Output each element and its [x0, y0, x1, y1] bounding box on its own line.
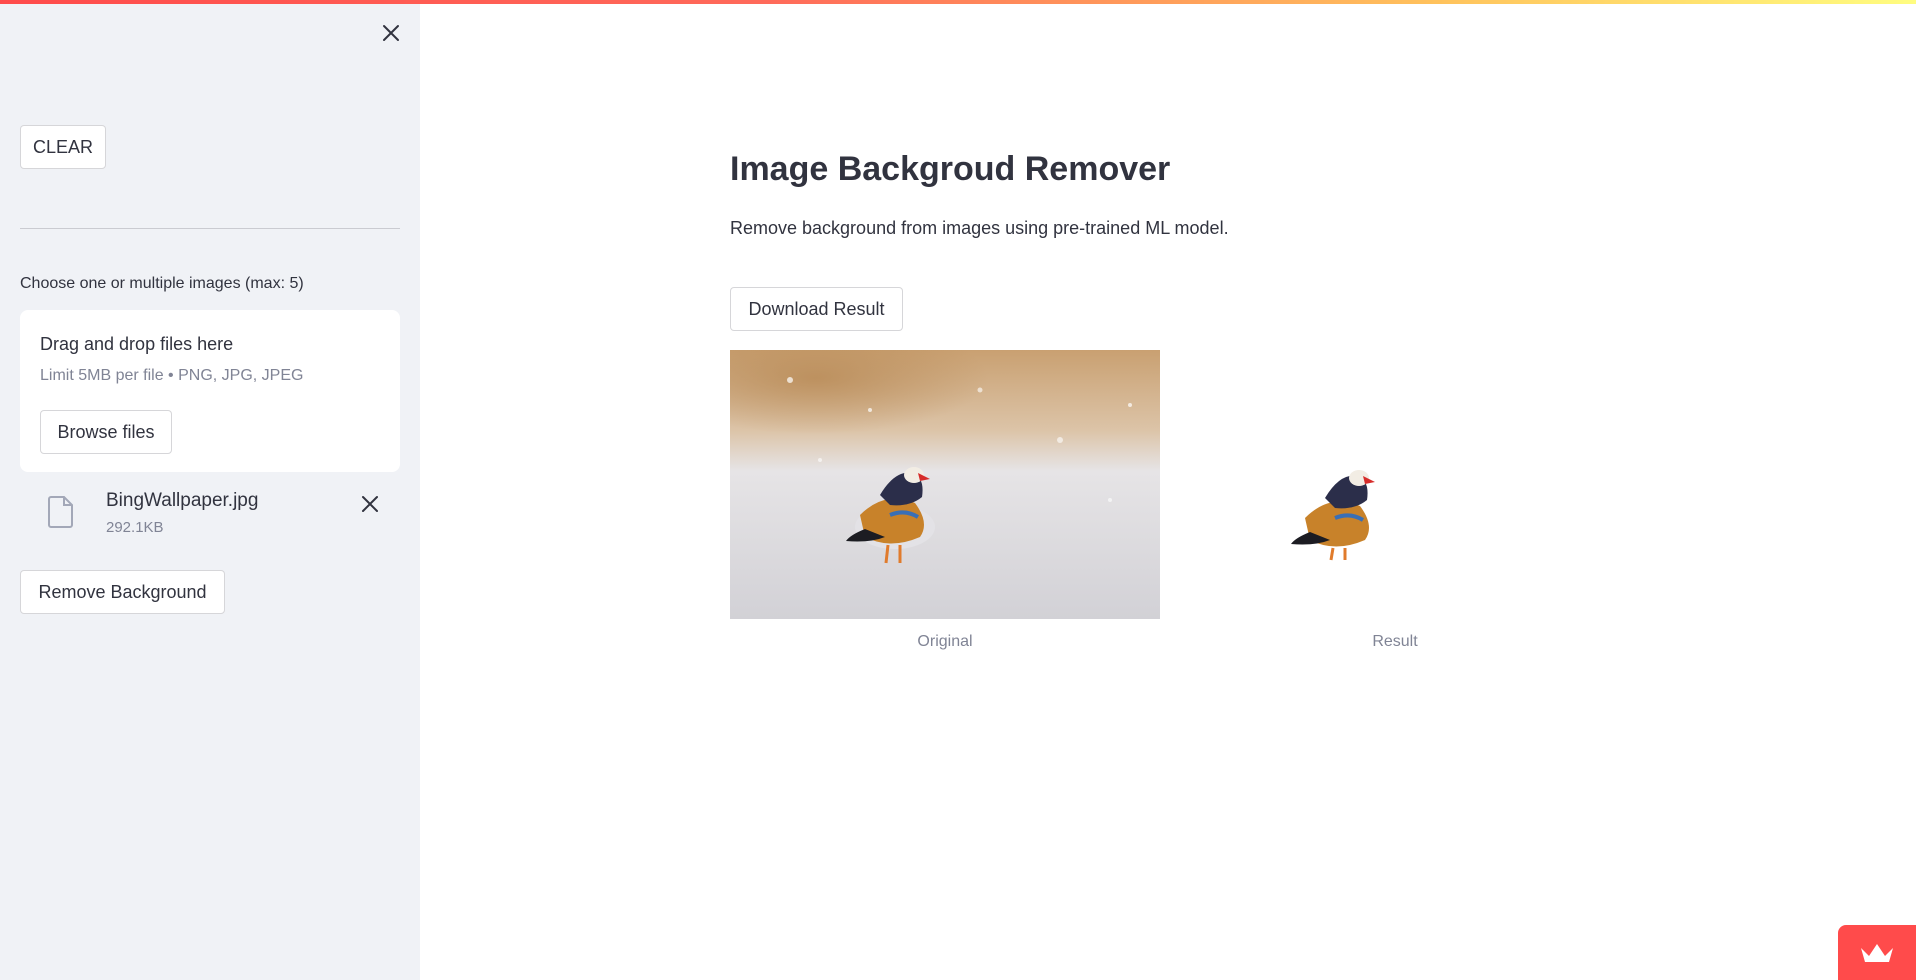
download-result-button[interactable]: Download Result [730, 287, 903, 331]
close-icon [383, 25, 399, 41]
close-icon [362, 496, 378, 512]
file-name: BingWallpaper.jpg [106, 490, 259, 511]
crown-icon [1861, 943, 1893, 962]
remove-background-button[interactable]: Remove Background [20, 570, 225, 614]
result-caption: Result [1372, 633, 1418, 650]
remove-file-button[interactable] [356, 490, 384, 518]
browse-files-button[interactable]: Browse files [40, 410, 172, 454]
clear-button[interactable]: CLEAR [20, 125, 106, 169]
divider [20, 228, 400, 229]
page-description: Remove background from images using pre-… [730, 218, 1229, 238]
original-caption: Original [917, 633, 973, 650]
result-image [1270, 440, 1400, 570]
original-image [730, 350, 1160, 619]
header-decoration [0, 0, 1916, 4]
sidebar: CLEAR Choose one or multiple images (max… [0, 0, 420, 980]
dropzone-limit: Limit 5MB per file • PNG, JPG, JPEG [40, 367, 304, 384]
dropzone-title: Drag and drop files here [40, 334, 234, 354]
uploader-label: Choose one or multiple images (max: 5) [20, 275, 304, 292]
file-size: 292.1KB [106, 519, 164, 536]
file-icon [48, 496, 73, 528]
uploaded-file-item: BingWallpaper.jpg 292.1KB [20, 488, 400, 544]
app-badge[interactable] [1838, 925, 1916, 980]
page-title: Image Backgroud Remover [730, 150, 1171, 188]
close-sidebar-button[interactable] [380, 22, 402, 44]
file-dropzone[interactable]: Drag and drop files here Limit 5MB per f… [20, 310, 400, 472]
